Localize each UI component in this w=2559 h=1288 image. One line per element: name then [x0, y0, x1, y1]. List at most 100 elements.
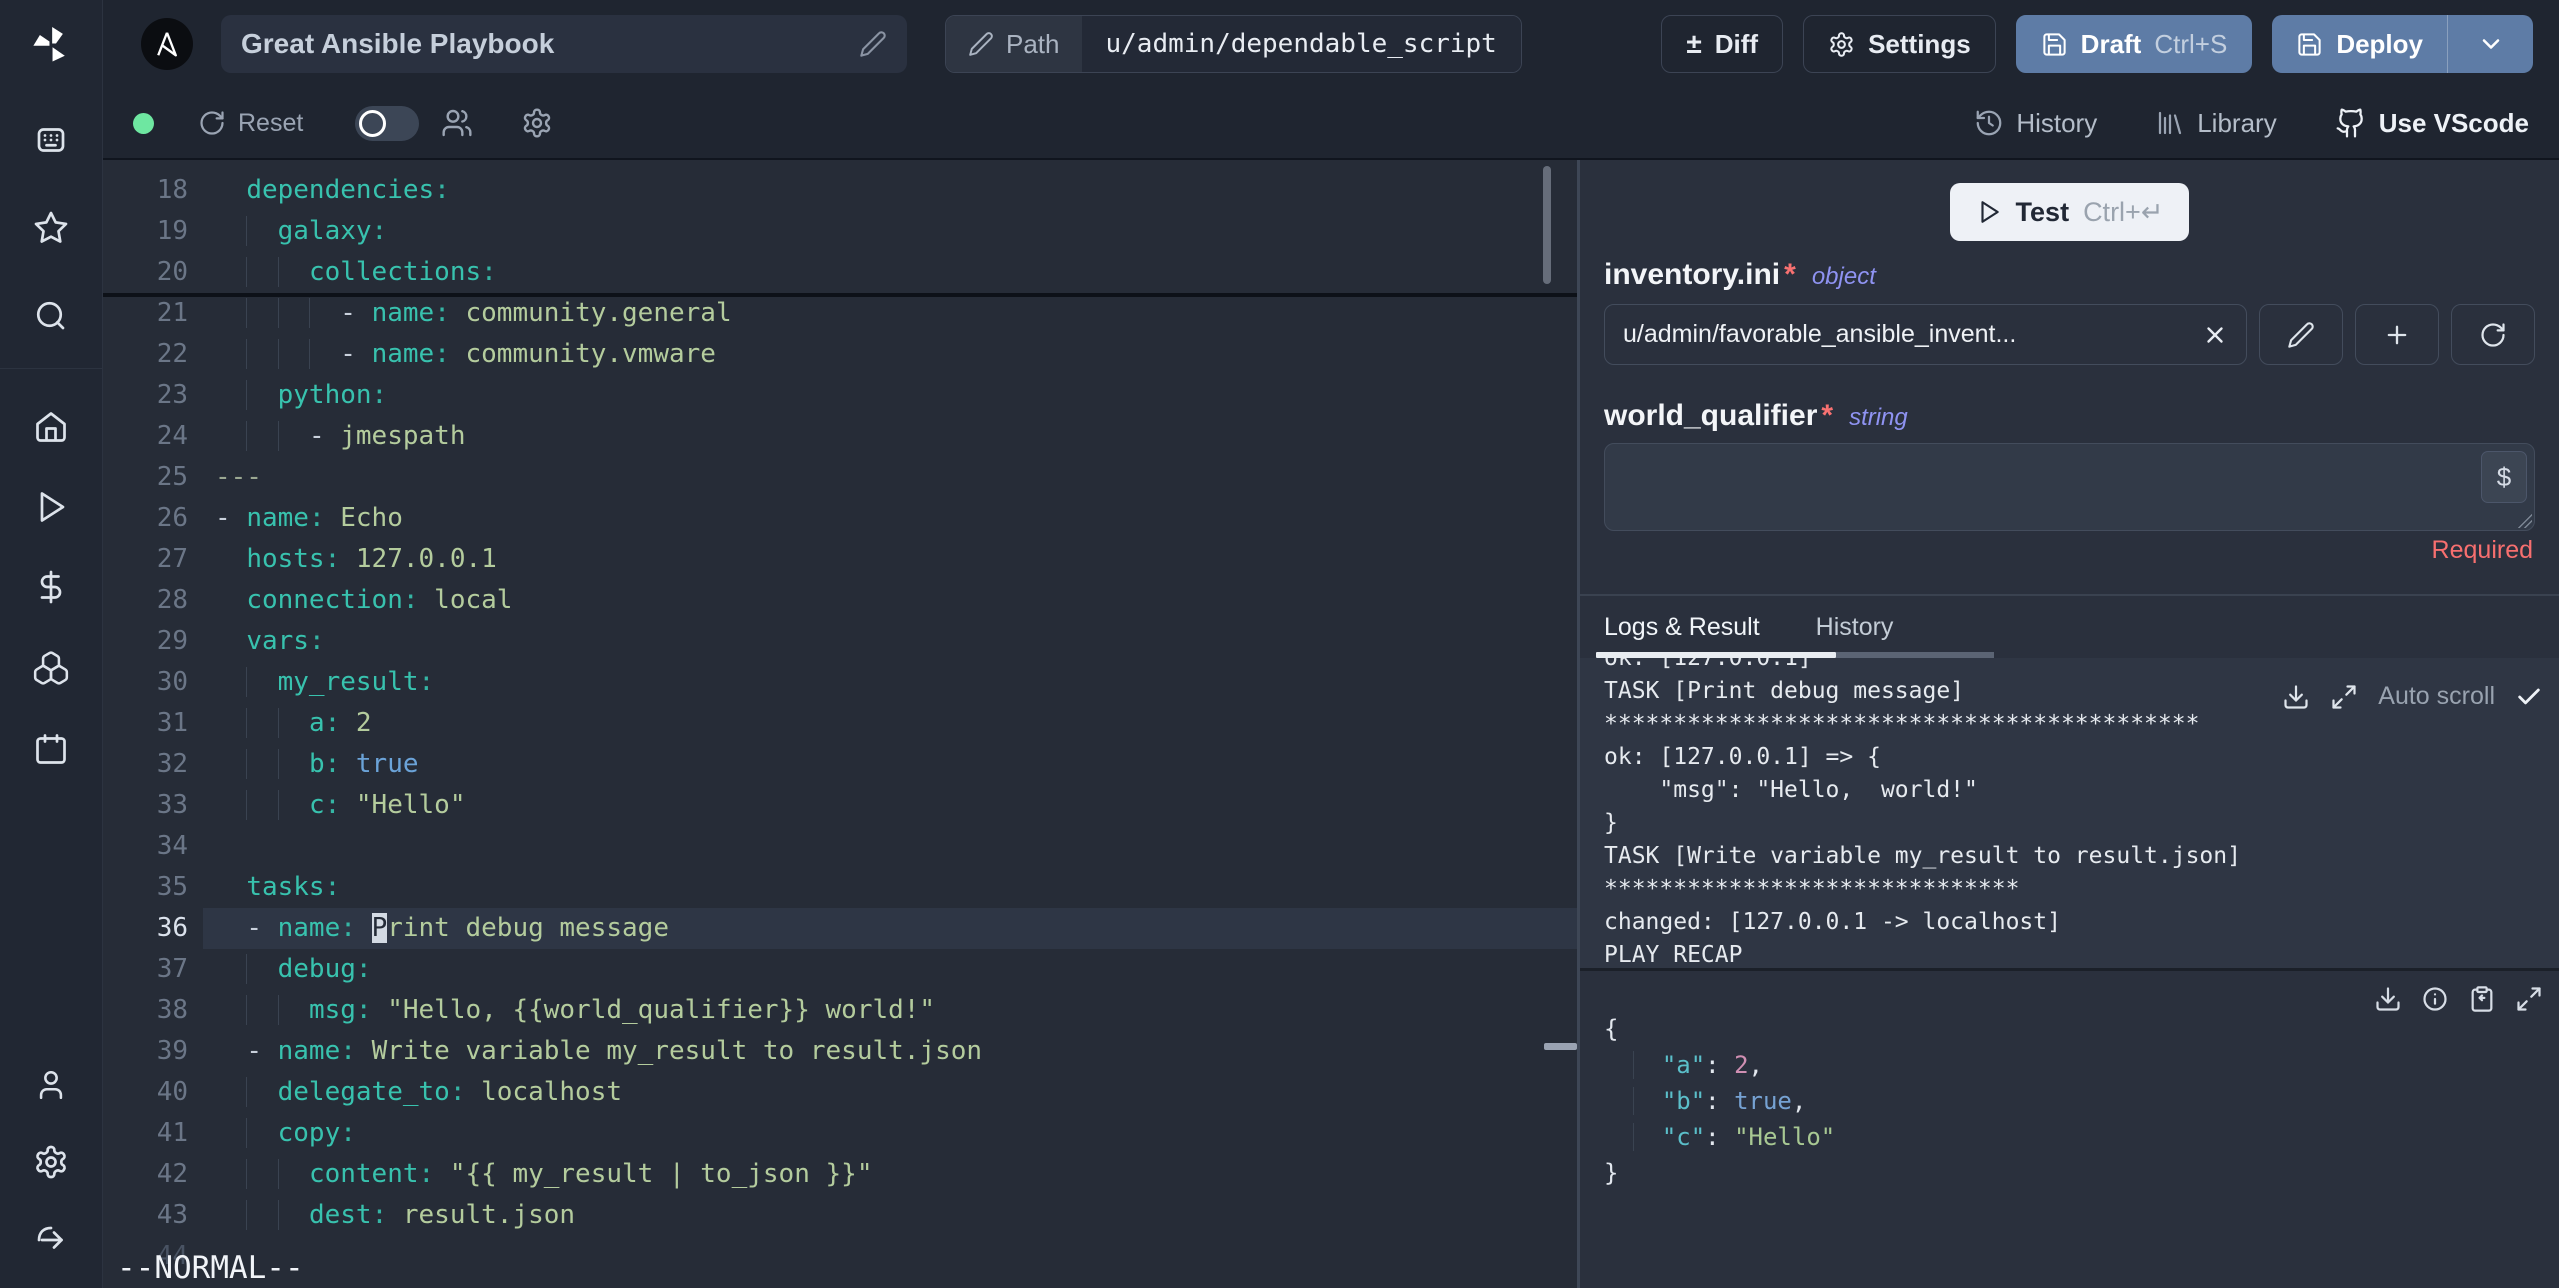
resources-boxes-icon[interactable] [32, 649, 70, 687]
edit-title-pencil-icon[interactable] [859, 30, 887, 58]
inventory-resource-input[interactable]: u/admin/favorable_ansible_invent... [1604, 304, 2247, 365]
code-line[interactable]: 18 dependencies: [103, 170, 1577, 211]
autoscroll-label: Auto scroll [2378, 682, 2495, 710]
clear-x-icon[interactable] [2202, 322, 2228, 348]
sticky-scroll-shadow [103, 293, 1577, 297]
line-number: 21 [156, 298, 188, 328]
editor-scrollbar-thumb[interactable] [1543, 166, 1551, 284]
code-line[interactable]: 19 galaxy: [103, 211, 1577, 252]
result-pane: { "a": 2, "b": true, "c": "Hello"} [1580, 971, 2559, 1288]
code-line[interactable]: 27 hosts: 127.0.0.1 [103, 539, 1577, 580]
settings-gear-icon [1828, 31, 1855, 58]
code-line[interactable]: 35 tasks: [103, 867, 1577, 908]
test-button[interactable]: Test Ctrl+↵ [1949, 183, 2190, 241]
code-line[interactable]: 28 connection: local [103, 580, 1577, 621]
code-line[interactable]: 34 [103, 826, 1577, 867]
line-number: 22 [156, 339, 188, 369]
path-control[interactable]: Path u/admin/dependable_script [945, 15, 1522, 73]
history-button[interactable]: History [1974, 108, 2097, 139]
download-result-icon[interactable] [2374, 985, 2402, 1013]
deploy-button[interactable]: Deploy [2272, 15, 2447, 73]
toggle-knob [359, 109, 387, 137]
tab-history[interactable]: History [1816, 613, 1894, 642]
edit-resource-pencil-button[interactable] [2259, 304, 2343, 365]
library-button[interactable]: Library [2155, 108, 2277, 139]
code-editor[interactable]: 18 dependencies: 19 galaxy: 20 collections… [103, 160, 1577, 1288]
reset-button[interactable]: Reset [198, 109, 303, 138]
line-number: 30 [156, 667, 188, 697]
favorites-star-icon[interactable] [33, 210, 69, 246]
variable-picker-dollar-button[interactable]: $ [2481, 451, 2527, 503]
result-line: "a": 2, [1604, 1047, 2543, 1083]
code-line[interactable]: 29 vars: [103, 621, 1577, 662]
search-icon[interactable] [33, 298, 69, 334]
top-bar: Great Ansible Playbook Path u/admin/depe… [103, 0, 2559, 160]
account-user-icon[interactable] [34, 1068, 68, 1102]
deploy-dropdown-button[interactable] [2447, 15, 2533, 73]
code-line[interactable]: 23 python: [103, 375, 1577, 416]
history-clock-icon [1974, 108, 2004, 138]
result-info-icon[interactable] [2421, 985, 2449, 1013]
code-line[interactable]: 21 - name: community.general [103, 293, 1577, 334]
code-line[interactable]: 22 - name: community.vmware [103, 334, 1577, 375]
code-line[interactable]: 26- name: Echo [103, 498, 1577, 539]
line-number: 35 [156, 872, 188, 902]
code-line[interactable]: 20 collections: [103, 252, 1577, 293]
splitter-handle[interactable] [1544, 1043, 1577, 1050]
reset-label: Reset [238, 108, 304, 137]
use-vscode-button[interactable]: Use VScode [2335, 107, 2529, 139]
code-line[interactable]: 37 debug: [103, 949, 1577, 990]
settings-button[interactable]: Settings [1803, 15, 1996, 73]
windmill-logo-icon[interactable] [28, 22, 74, 68]
add-resource-plus-button[interactable] [2355, 304, 2439, 365]
draft-button[interactable]: Draft Ctrl+S [2015, 15, 2253, 73]
expand-result-icon[interactable] [2515, 985, 2543, 1013]
line-number: 33 [156, 790, 188, 820]
world-qualifier-input[interactable]: $ [1604, 443, 2535, 531]
code-line[interactable]: 24 - jmespath [103, 416, 1577, 457]
save-draft-icon [2041, 31, 2068, 58]
schedules-calendar-icon[interactable] [33, 731, 69, 767]
code-line[interactable]: 32 b: true [103, 744, 1577, 785]
code-line[interactable]: 39 - name: Write variable my_result to r… [103, 1031, 1577, 1072]
home-icon[interactable] [33, 409, 69, 445]
code-line[interactable]: 38 msg: "Hello, {{world_qualifier}} worl… [103, 990, 1577, 1031]
workspace-settings-gear-icon[interactable] [33, 1144, 69, 1180]
autoscroll-check-icon[interactable] [2515, 683, 2543, 711]
code-line[interactable]: 42 content: "{{ my_result | to_json }}" [103, 1154, 1577, 1195]
diff-button[interactable]: ± Diff [1661, 15, 1784, 73]
logs-pane[interactable]: ok: [127.0.0.1] TASK [Print debug message… [1580, 658, 2559, 968]
path-label-segment[interactable]: Path [946, 16, 1082, 72]
copy-result-clipboard-icon[interactable] [2468, 985, 2496, 1013]
variables-dollar-icon[interactable] [33, 569, 69, 605]
refresh-resource-button[interactable] [2451, 304, 2535, 365]
code-line[interactable]: 30 my_result: [103, 662, 1577, 703]
code-line[interactable]: 44 [103, 1236, 1577, 1277]
textarea-resize-grip[interactable] [2516, 512, 2532, 528]
result-line: { [1604, 1015, 1619, 1043]
arg-inventory-name: inventory.ini [1604, 258, 1781, 291]
tab-logs-result[interactable]: Logs & Result [1604, 613, 1760, 642]
editor-settings-gear-icon[interactable] [521, 107, 553, 139]
code-line[interactable]: 41 copy: [103, 1113, 1577, 1154]
log-line: ok: [127.0.0.1] [1604, 658, 1812, 671]
script-title-field[interactable]: Great Ansible Playbook [221, 15, 907, 73]
code-line[interactable]: 31 a: 2 [103, 703, 1577, 744]
code-line[interactable]: 33 c: "Hello" [103, 785, 1577, 826]
collaborators-users-icon[interactable] [441, 107, 473, 139]
expand-logs-icon[interactable] [2330, 683, 2358, 711]
code-line[interactable]: 40 delegate_to: localhost [103, 1072, 1577, 1113]
code-line[interactable]: 25 --- [103, 457, 1577, 498]
panel-splitter[interactable] [1544, 160, 1580, 1288]
runs-play-icon[interactable] [33, 489, 69, 525]
chevron-down-icon [2477, 30, 2505, 58]
log-line: ****************************** [1604, 876, 2020, 902]
download-logs-icon[interactable] [2282, 683, 2310, 711]
code-line[interactable]: 36 - name: Print debug message [103, 908, 1577, 949]
apps-icon[interactable] [33, 122, 69, 158]
logout-icon[interactable] [33, 1222, 69, 1258]
code-line[interactable]: 43 dest: result.json [103, 1195, 1577, 1236]
required-asterisk: * [1784, 258, 1796, 291]
settings-label: Settings [1868, 28, 1971, 59]
collab-toggle[interactable] [355, 105, 420, 141]
